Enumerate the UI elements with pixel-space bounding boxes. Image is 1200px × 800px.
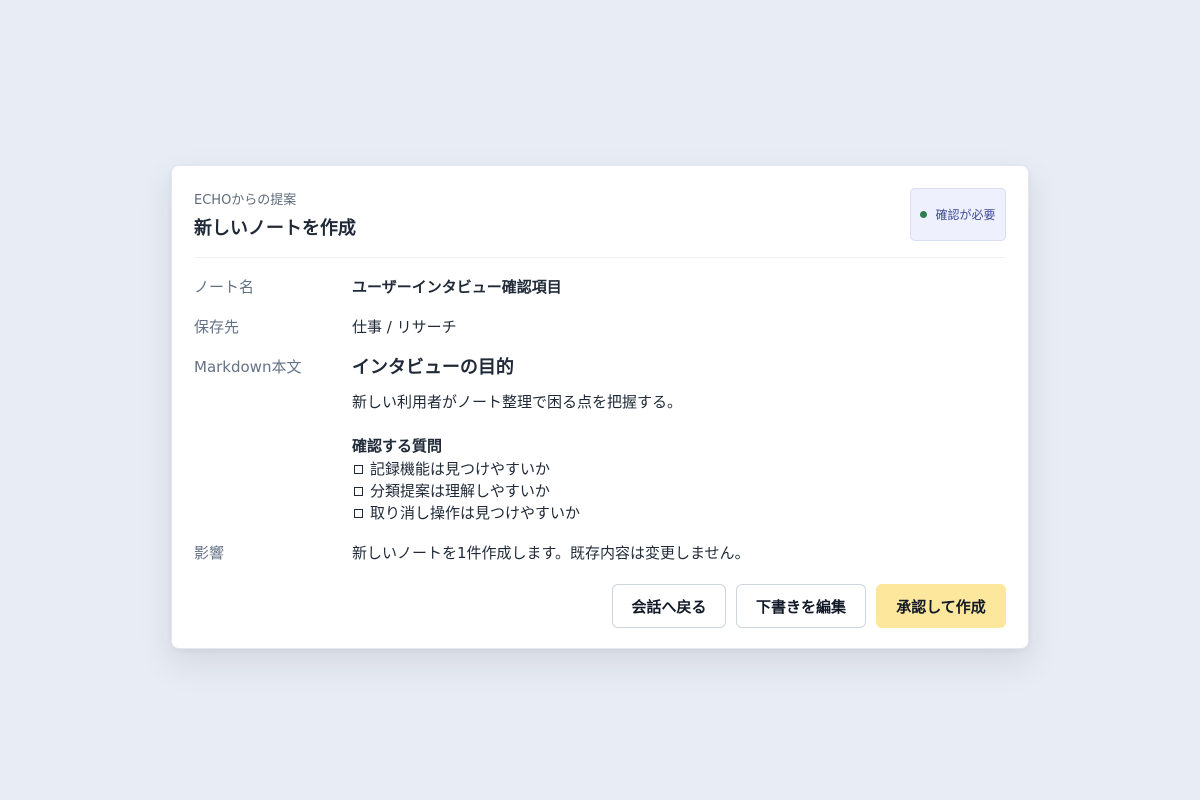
destination-value: 仕事 / リサーチ: [352, 318, 457, 336]
markdown-paragraph: 新しい利用者がノート整理で困る点を把握する。: [352, 393, 683, 411]
note-name-value: ユーザーインタビュー確認項目: [352, 278, 562, 296]
impact-value: 新しいノートを1件作成します。既存内容は変更しません。: [352, 544, 750, 562]
status-label: 確認が必要: [935, 208, 996, 222]
card-header: ECHOからの提案 新しいノートを作成 確認が必要: [194, 166, 1006, 258]
checklist-item-text: 取り消し操作は見つけやすいか: [370, 504, 581, 522]
checklist-item-text: 記録機能は見つけやすいか: [370, 460, 551, 478]
markdown-preview: インタビューの目的 新しい利用者がノート整理で困る点を把握する。 確認する質問 …: [352, 356, 952, 522]
question-checklist: 記録機能は見つけやすいか 分類提案は理解しやすいか 取り消し操作は見つけやすいか: [352, 458, 580, 524]
status-dot-icon: [920, 211, 928, 218]
checkbox-empty-icon: [354, 508, 363, 518]
impact-label: 影響: [194, 544, 225, 562]
checklist-item: 記録機能は見つけやすいか: [352, 458, 580, 480]
checkbox-empty-icon: [354, 464, 363, 474]
markdown-subheading: 確認する質問: [352, 437, 443, 455]
proposal-source: ECHOからの提案: [194, 193, 297, 208]
proposal-card: ECHOからの提案 新しいノートを作成 確認が必要 ノート名 ユーザーインタビュ…: [171, 165, 1029, 649]
approve-and-create-button[interactable]: 承認して作成: [876, 584, 1006, 628]
back-to-conversation-button[interactable]: 会話へ戻る: [612, 584, 726, 628]
markdown-label: Markdown本文: [194, 358, 302, 376]
card-title: 新しいノートを作成: [194, 218, 356, 239]
action-buttons: 会話へ戻る 下書きを編集 承認して作成: [612, 584, 1006, 628]
checklist-item-text: 分類提案は理解しやすいか: [370, 482, 550, 500]
checklist-item: 取り消し操作は見つけやすいか: [352, 502, 580, 524]
status-badge: 確認が必要: [910, 188, 1006, 241]
checklist-item: 分類提案は理解しやすいか: [352, 480, 580, 502]
note-name-label: ノート名: [194, 278, 255, 296]
checkbox-empty-icon: [354, 486, 363, 496]
markdown-heading: インタビューの目的: [352, 357, 514, 378]
destination-label: 保存先: [194, 318, 240, 336]
edit-draft-button[interactable]: 下書きを編集: [736, 584, 866, 628]
